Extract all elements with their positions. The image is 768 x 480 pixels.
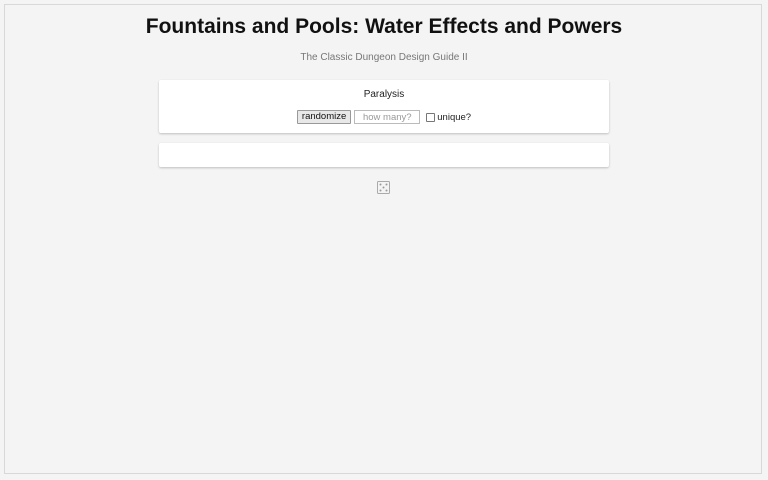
dice-icon[interactable] (377, 181, 390, 194)
generator-card: Paralysis randomize unique? (159, 80, 609, 133)
unique-toggle[interactable]: unique? (426, 112, 471, 123)
table-name: Paralysis (363, 89, 405, 100)
unique-checkbox[interactable] (426, 112, 436, 122)
unique-label: unique? (437, 111, 472, 123)
randomize-button[interactable]: randomize (296, 110, 352, 124)
generator-controls: randomize unique? (159, 110, 609, 124)
result-card (159, 143, 609, 167)
page-subtitle: The Classic Dungeon Design Guide II (300, 52, 468, 63)
page-frame (4, 4, 762, 474)
page-title: Fountains and Pools: Water Effects and P… (145, 15, 623, 38)
how-many-input[interactable] (354, 110, 421, 124)
